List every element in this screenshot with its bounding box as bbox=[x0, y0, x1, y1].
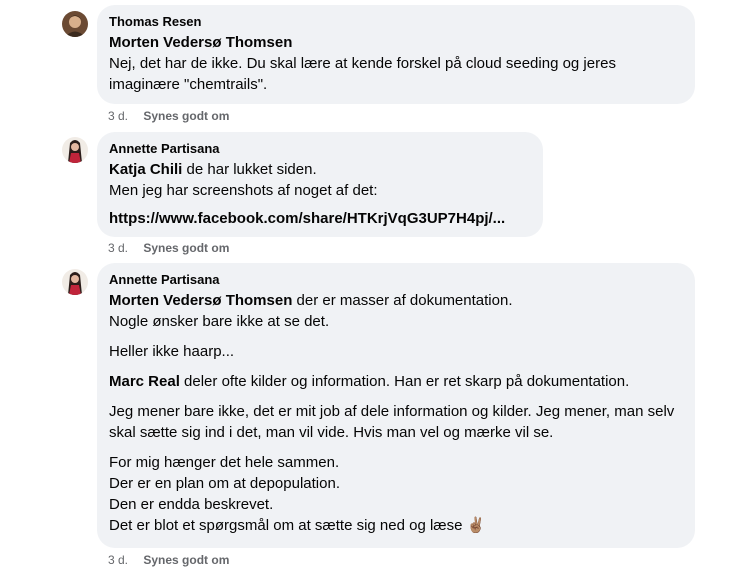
comment-paragraph: Den er endda beskrevet. bbox=[109, 496, 274, 513]
mention-link[interactable]: Morten Vedersø Thomsen bbox=[109, 34, 292, 51]
comment-author[interactable]: Thomas Resen bbox=[109, 14, 683, 30]
mention-link[interactable]: Morten Vedersø Thomsen bbox=[109, 292, 292, 309]
comment-actions: 3 d. Synes godt om bbox=[108, 241, 229, 255]
comment-paragraph: https://www.facebook.com/share/HTKrjVqG3… bbox=[109, 208, 531, 229]
comment-text: deler ofte kilder og information. Han er… bbox=[179, 373, 630, 390]
avatar[interactable] bbox=[62, 11, 88, 37]
comment-bubble: Annette Partisana Katja Chili de har luk… bbox=[97, 132, 543, 237]
like-button[interactable]: Synes godt om bbox=[143, 241, 229, 255]
comment-actions: 3 d. Synes godt om bbox=[108, 109, 229, 123]
avatar[interactable] bbox=[62, 137, 88, 163]
comment-author[interactable]: Annette Partisana bbox=[109, 272, 683, 288]
comment-paragraph: Nogle ønsker bare ikke at se det. bbox=[109, 313, 330, 330]
comment-paragraph: Morten Vedersø Thomsen bbox=[109, 32, 683, 53]
shared-link[interactable]: https://www.facebook.com/share/HTKrjVqG3… bbox=[109, 210, 505, 227]
comment-timestamp[interactable]: 3 d. bbox=[108, 109, 128, 123]
comment-paragraph: Katja Chili de har lukket siden. bbox=[109, 159, 531, 180]
comment-paragraph: Marc Real deler ofte kilder og informati… bbox=[109, 371, 683, 392]
comment-text: de har lukket siden. bbox=[182, 161, 317, 178]
comment-paragraph: Det er blot et spørgsmål om at sætte sig… bbox=[109, 517, 486, 534]
comment-paragraph: Jeg mener bare ikke, det er mit job af d… bbox=[109, 403, 675, 441]
comment-actions: 3 d. Synes godt om bbox=[108, 553, 229, 567]
like-button[interactable]: Synes godt om bbox=[143, 109, 229, 123]
comment-paragraph: Der er en plan om at depopulation. bbox=[109, 475, 340, 492]
comment-paragraph: Morten Vedersø Thomsen der er masser af … bbox=[109, 290, 683, 311]
comment-bubble: Thomas Resen Morten Vedersø Thomsen Nej,… bbox=[97, 5, 695, 104]
comment-timestamp[interactable]: 3 d. bbox=[108, 553, 128, 567]
comment-timestamp[interactable]: 3 d. bbox=[108, 241, 128, 255]
comment-paragraph: Nej, det har de ikke. Du skal lære at ke… bbox=[109, 55, 616, 93]
comment-bubble: Annette Partisana Morten Vedersø Thomsen… bbox=[97, 263, 695, 548]
like-button[interactable]: Synes godt om bbox=[143, 553, 229, 567]
mention-link[interactable]: Katja Chili bbox=[109, 161, 182, 178]
mention-link[interactable]: Marc Real bbox=[109, 373, 180, 390]
comment-author[interactable]: Annette Partisana bbox=[109, 141, 531, 157]
comment-paragraph: For mig hænger det hele sammen. bbox=[109, 454, 340, 471]
comment-paragraph: Men jeg har screenshots af noget af det: bbox=[109, 182, 378, 199]
comment-paragraph: Heller ikke haarp... bbox=[109, 343, 235, 360]
comment-text: der er masser af dokumentation. bbox=[292, 292, 513, 309]
avatar[interactable] bbox=[62, 269, 88, 295]
